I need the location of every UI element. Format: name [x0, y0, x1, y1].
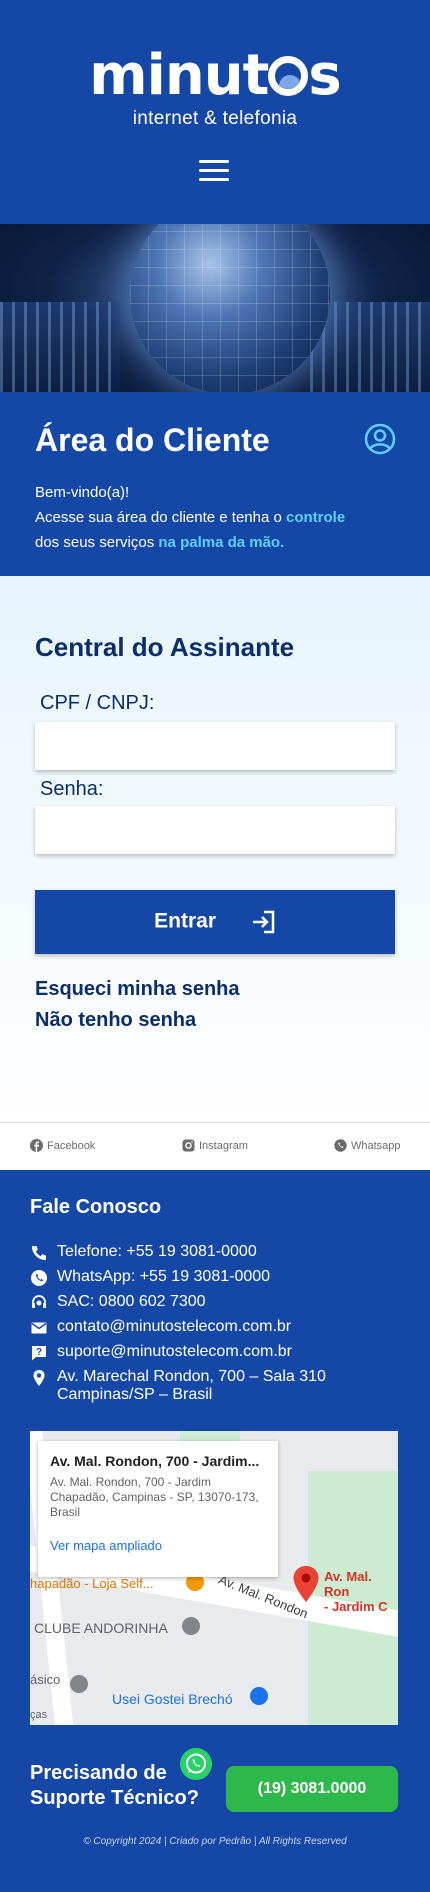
support-chat-icon: ?: [32, 1346, 46, 1361]
school-poi-icon: [70, 1675, 88, 1693]
whatsapp-float-icon[interactable]: [180, 1748, 212, 1780]
contact-whatsapp[interactable]: WhatsApp: +55 19 3081-0000: [30, 1268, 270, 1287]
location-pin-icon: [33, 1370, 45, 1386]
map-pin-icon[interactable]: [292, 1565, 320, 1603]
map-card-title: Av. Mal. Rondon, 700 - Jardim...: [50, 1453, 260, 1469]
logo[interactable]: minut s internet & telefonia: [0, 46, 430, 130]
login-arrow-icon: [252, 910, 275, 934]
facebook-label: Facebook: [47, 1139, 96, 1152]
contact-sac[interactable]: SAC: 0800 602 7300: [30, 1293, 206, 1312]
instagram-icon: [182, 1139, 195, 1152]
store-poi-icon: [250, 1687, 268, 1705]
map-enlarge-link[interactable]: Ver mapa ampliado: [50, 1538, 266, 1553]
senha-label: Senha:: [40, 778, 104, 800]
intro-text-2: dos seus serviços: [35, 534, 159, 551]
club-poi-icon: [182, 1617, 200, 1635]
cpf-input[interactable]: [35, 722, 395, 770]
whatsapp-icon: [31, 1270, 47, 1286]
support-line-1: Precisando de: [30, 1762, 167, 1784]
map-card-address: Av. Mal. Rondon, 700 - Jardim Chapadão, …: [50, 1475, 259, 1519]
instagram-link[interactable]: Instagram: [182, 1139, 248, 1152]
map-pin-label-line-2: - Jardim C: [324, 1599, 388, 1614]
social-bar: Facebook Instagram Whatsapp: [0, 1122, 430, 1170]
whatsapp-text: WhatsApp: +55 19 3081-0000: [57, 1268, 271, 1285]
senha-input[interactable]: [35, 806, 395, 854]
svg-text:?: ?: [36, 1347, 42, 1358]
login-title: Central do Assinante: [35, 632, 295, 662]
headset-icon: [32, 1295, 46, 1308]
whatsapp-link[interactable]: Whatsapp: [334, 1139, 401, 1152]
email-icon: [31, 1322, 47, 1334]
intro-text: Acesse sua área do cliente e tenha o: [35, 509, 287, 526]
client-area-description: Bem-vindo(a)! Acesse sua área do cliente…: [35, 480, 345, 555]
highlight-controle: controle: [286, 509, 346, 526]
user-circle-icon[interactable]: [364, 423, 396, 455]
phone-icon: [32, 1246, 46, 1260]
map-poi-clube: CLUBE ANDORINHA: [34, 1620, 168, 1636]
sac-text: SAC: 0800 602 7300: [57, 1293, 206, 1310]
phone-text: Telefone: +55 19 3081-0000: [57, 1243, 257, 1260]
logo-wordmark: minut s: [89, 43, 341, 108]
support-phone-button[interactable]: (19) 3081.0000: [226, 1766, 398, 1812]
contact-address[interactable]: Av. Marechal Rondon, 700 – Sala 310 Camp…: [30, 1368, 326, 1404]
facebook-link[interactable]: Facebook: [30, 1139, 95, 1152]
email-contato-text: contato@minutostelecom.com.br: [57, 1318, 292, 1335]
google-map[interactable]: Av. Mal. Rondon hapadão - Loja Self... C…: [30, 1431, 398, 1725]
client-area-title: Área do Cliente: [35, 422, 270, 458]
address-text: Av. Marechal Rondon, 700 – Sala 310 Camp…: [57, 1368, 326, 1404]
support-line-2: Suporte Técnico?: [30, 1787, 199, 1809]
map-info-card: Av. Mal. Rondon, 700 - Jardim... Av. Mal…: [38, 1441, 278, 1577]
login-section: Central do Assinante CPF / CNPJ: Senha: …: [0, 576, 430, 1122]
contact-email[interactable]: contato@minutostelecom.com.br: [30, 1318, 291, 1337]
no-password-link[interactable]: Não tenho senha: [35, 1009, 196, 1032]
email-suporte-text: suporte@minutostelecom.com.br: [57, 1343, 292, 1360]
welcome-text: Bem-vindo(a)!: [35, 484, 130, 501]
contact-phone[interactable]: Telefone: +55 19 3081-0000: [30, 1243, 257, 1262]
site-header: minut s internet & telefonia: [0, 0, 430, 224]
map-poi-cas: ças: [30, 1709, 48, 1721]
entrar-label: Entrar: [154, 909, 216, 933]
logo-tagline: internet & telefonia: [132, 108, 298, 129]
whatsapp-icon: [334, 1139, 347, 1152]
highlight-palma: na palma da mão.: [158, 534, 285, 551]
address-line-2: Campinas/SP – Brasil: [57, 1386, 213, 1403]
cpf-label: CPF / CNPJ:: [40, 692, 155, 714]
city-left-graphic: [0, 302, 120, 392]
instagram-label: Instagram: [199, 1139, 248, 1152]
map-pin-label: Av. Mal. Ron - Jardim C: [324, 1569, 398, 1614]
city-right-graphic: [310, 302, 430, 392]
forgot-password-link[interactable]: Esqueci minha senha: [35, 978, 240, 1001]
address-line-1: Av. Marechal Rondon, 700 – Sala 310: [57, 1368, 326, 1385]
entrar-button[interactable]: Entrar: [35, 890, 395, 954]
support-prompt: Precisando de Suporte Técnico?: [30, 1761, 199, 1811]
hamburger-menu-icon[interactable]: [199, 160, 229, 182]
facebook-icon: [30, 1139, 43, 1152]
logo-o-mark: [268, 56, 309, 96]
map-poi-loja: hapadão - Loja Self...: [30, 1576, 154, 1591]
contact-title: Fale Conosco: [30, 1196, 162, 1218]
map-pin-label-line-1: Av. Mal. Ron: [324, 1569, 372, 1599]
copyright-text: © Copyright 2024 | Criado por Pedrão | A…: [83, 1836, 347, 1847]
client-area-section: Área do Cliente Bem-vindo(a)! Acesse sua…: [0, 392, 430, 576]
whatsapp-label: Whatsapp: [351, 1139, 401, 1152]
globe-graphic: [130, 224, 330, 392]
contact-support-email[interactable]: ? suporte@minutostelecom.com.br: [30, 1343, 292, 1362]
map-poi-brecho: Usei Gostei Brechó: [112, 1691, 233, 1707]
hero-image: [0, 224, 430, 392]
map-poi-basico: ásico: [30, 1672, 61, 1687]
